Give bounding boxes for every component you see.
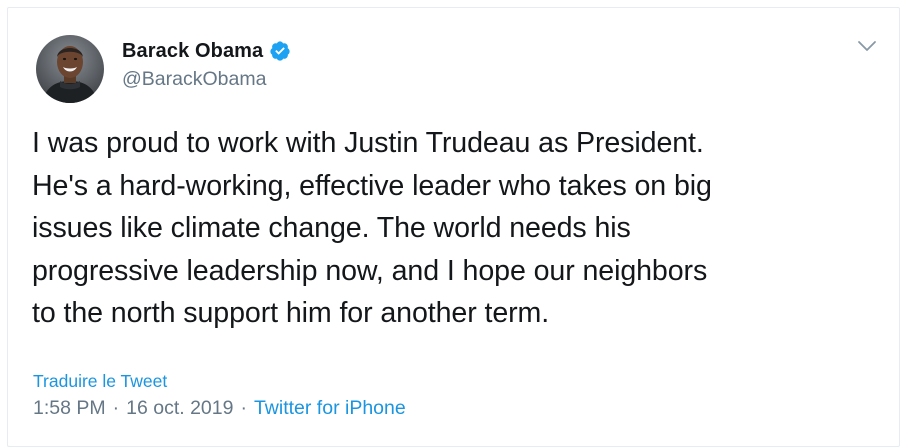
avatar-photo-icon (36, 35, 104, 103)
tweet-card[interactable]: Barack Obama @BarackObama I was proud to… (7, 7, 900, 447)
tweet-time[interactable]: 1:58 PM (33, 397, 106, 420)
verified-badge-icon (269, 40, 291, 62)
author-name[interactable]: Barack Obama (122, 40, 263, 63)
tweet-text: I was proud to work with Justin Trudeau … (32, 127, 712, 329)
tweet-date[interactable]: 16 oct. 2019 (126, 397, 233, 420)
author-name-row: Barack Obama (122, 37, 291, 65)
tweet-meta: 1:58 PM · 16 oct. 2019 · Twitter for iPh… (33, 397, 406, 420)
translate-tweet-link[interactable]: Traduire le Tweet (33, 371, 167, 392)
author-handle[interactable]: @BarackObama (122, 68, 266, 91)
avatar[interactable] (36, 35, 104, 103)
chevron-down-icon[interactable] (856, 38, 878, 54)
meta-separator: · (112, 397, 120, 419)
tweet-source-link[interactable]: Twitter for iPhone (254, 397, 406, 420)
meta-separator: · (240, 397, 247, 419)
